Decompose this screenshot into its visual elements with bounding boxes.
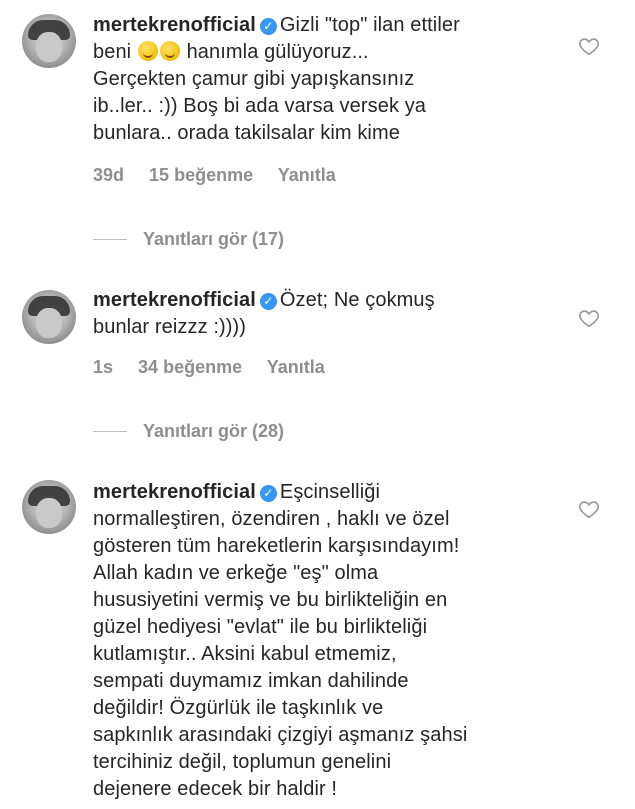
avatar[interactable] — [22, 480, 76, 534]
timestamp: 1s — [93, 357, 114, 377]
username[interactable]: mertekrenofficial — [93, 289, 256, 311]
comment-text: mertekrenofficial ✓ Eşcinselliği normalleş… — [93, 481, 468, 800]
comment-meta: 1s 34 beğenme Yanıtla — [93, 357, 345, 378]
verified-badge-icon: ✓ — [259, 293, 277, 310]
divider — [93, 431, 127, 432]
reply-link[interactable]: Yanıtla — [267, 357, 325, 377]
verified-badge-icon: ✓ — [259, 18, 277, 35]
like-count[interactable]: 34 beğenme — [138, 357, 242, 377]
like-heart-icon[interactable] — [578, 35, 600, 57]
view-replies-link[interactable]: Yanıtları gör (28) — [93, 421, 284, 442]
comment-text: mertekrenofficial ✓ Gizli "top" ilan ettil… — [93, 14, 460, 144]
timestamp: 39d — [93, 165, 125, 185]
like-heart-icon[interactable] — [578, 498, 600, 520]
comment-meta: 39d 15 beğenme Yanıtla — [93, 165, 356, 186]
verified-badge-icon: ✓ — [259, 485, 277, 502]
avatar[interactable] — [22, 14, 76, 68]
laughing-emoji-icon — [159, 41, 180, 61]
username[interactable]: mertekrenofficial — [93, 481, 256, 503]
avatar[interactable] — [22, 290, 76, 344]
view-replies-link[interactable]: Yanıtları gör (17) — [93, 229, 284, 250]
like-heart-icon[interactable] — [578, 307, 600, 329]
divider — [93, 239, 127, 240]
username[interactable]: mertekrenofficial — [93, 14, 256, 36]
like-count[interactable]: 15 beğenme — [149, 165, 253, 185]
reply-link[interactable]: Yanıtla — [278, 165, 336, 185]
comment-text: mertekrenofficial ✓ Özet; Ne çokmuş bunlar… — [93, 289, 435, 338]
laughing-emoji-icon — [137, 41, 158, 61]
